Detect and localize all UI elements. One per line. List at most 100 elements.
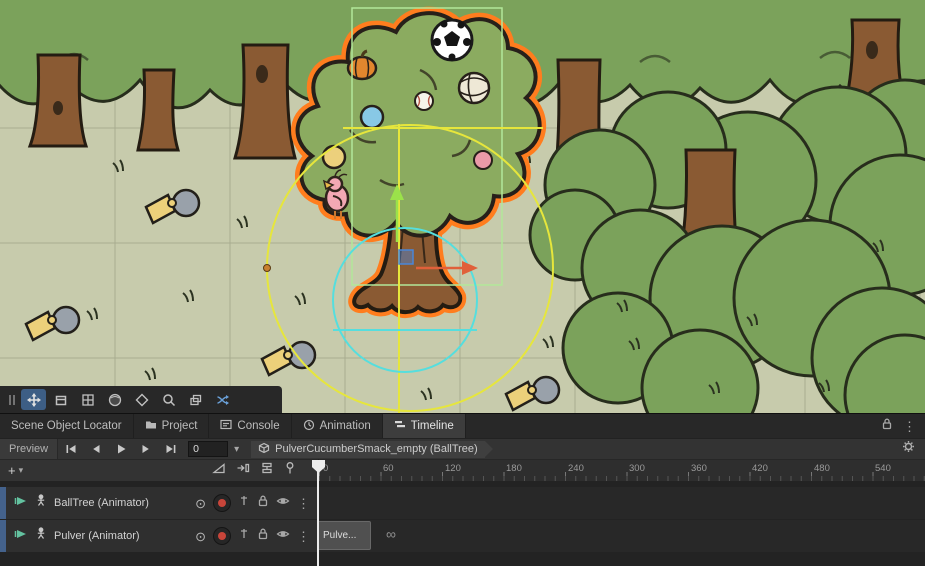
- target-icon[interactable]: ⊙: [195, 497, 206, 510]
- layers-tool-button[interactable]: [183, 389, 208, 410]
- eye-icon[interactable]: [276, 527, 290, 545]
- pin-icon[interactable]: [238, 494, 250, 512]
- bottom-panel-tabbar: Scene Object Locator Project Console Ani…: [0, 413, 925, 438]
- animation-clip[interactable]: Pulve...: [317, 521, 371, 550]
- track-content-pulver[interactable]: Pulve... ∞: [319, 520, 925, 552]
- add-track-button[interactable]: + ▾: [0, 463, 31, 478]
- tab-console[interactable]: Console: [209, 414, 291, 438]
- animation-track-icon: [14, 494, 28, 513]
- timeline-ruler[interactable]: 0 60 120 180 240 300 360 420 480 540: [318, 459, 925, 481]
- preview-label: Preview: [9, 443, 48, 455]
- timeline-icon: [394, 419, 406, 433]
- caret-down-icon: ▾: [19, 465, 24, 476]
- track-row: BallTree (Animator) ⊙ ⋮: [0, 487, 925, 519]
- tick-label: 120: [445, 463, 461, 474]
- tab-project[interactable]: Project: [134, 414, 210, 438]
- track-toolbar: + ▾: [0, 459, 318, 481]
- pivot-tool-button[interactable]: [129, 389, 154, 410]
- search-tool-button[interactable]: [156, 389, 181, 410]
- tick-label: 180: [506, 463, 522, 474]
- prefab-cube-icon: [258, 442, 270, 457]
- scene-view[interactable]: [0, 0, 925, 413]
- tab-scene-object-locator[interactable]: Scene Object Locator: [0, 414, 134, 438]
- kebab-menu-icon[interactable]: ⋮: [297, 497, 310, 510]
- move-plane-handle[interactable]: [399, 250, 413, 264]
- track-label: BallTree (Animator): [54, 497, 188, 509]
- prev-frame-button[interactable]: [83, 439, 108, 459]
- baseball[interactable]: [415, 92, 433, 110]
- replace-mode-icon[interactable]: [260, 461, 274, 480]
- console-icon: [220, 419, 232, 433]
- tab-label: Project: [162, 420, 198, 432]
- volleyball[interactable]: [459, 73, 489, 103]
- record-dot: [218, 532, 226, 540]
- plus-icon: +: [8, 463, 16, 478]
- kebab-menu-icon[interactable]: ⋮: [297, 530, 310, 543]
- lock-icon[interactable]: [881, 417, 893, 435]
- next-frame-button[interactable]: [133, 439, 158, 459]
- view-tool-button[interactable]: [21, 389, 46, 410]
- gear-icon[interactable]: [902, 440, 915, 458]
- tick-label: 480: [814, 463, 830, 474]
- go-to-start-button[interactable]: [58, 439, 83, 459]
- timeline-toolbar: Preview 0 ▾ PulverCucumberSmack_empty (B…: [0, 438, 925, 459]
- tick-label: 360: [691, 463, 707, 474]
- timeline-options-caret[interactable]: ▾: [228, 444, 245, 455]
- track-content-balltree[interactable]: [319, 487, 925, 519]
- track-label: Pulver (Animator): [54, 530, 188, 542]
- animator-icon: [35, 527, 47, 545]
- folder-icon: [145, 419, 157, 433]
- animator-icon: [35, 494, 47, 512]
- record-dot: [218, 499, 226, 507]
- frame-field[interactable]: 0: [188, 441, 228, 457]
- animation-track-icon: [14, 527, 28, 546]
- frame-value: 0: [193, 443, 199, 455]
- clip-label: Pulve...: [323, 530, 356, 541]
- grid-tool-button[interactable]: [75, 389, 100, 410]
- ruler-ticks: [319, 459, 925, 481]
- rotation-handle-dot[interactable]: [264, 265, 271, 272]
- record-button[interactable]: [213, 494, 231, 512]
- toolbar-grip-icon[interactable]: [5, 389, 19, 410]
- mix-mode-icon[interactable]: [212, 461, 226, 480]
- go-to-end-button[interactable]: [158, 439, 183, 459]
- scene-toolbar: [0, 386, 282, 413]
- move-tool-button[interactable]: [48, 389, 73, 410]
- ripple-mode-icon[interactable]: [236, 461, 250, 480]
- shuffle-tool-button[interactable]: [210, 389, 235, 410]
- marker-pin-icon[interactable]: [284, 461, 296, 480]
- preview-toggle[interactable]: Preview: [0, 439, 58, 459]
- pin-icon[interactable]: [238, 527, 250, 545]
- tab-timeline[interactable]: Timeline: [383, 414, 466, 438]
- tick-label: 60: [383, 463, 394, 474]
- yellow-ball[interactable]: [323, 146, 345, 168]
- playhead-line[interactable]: [317, 466, 319, 566]
- play-button[interactable]: [108, 439, 133, 459]
- tab-label: Scene Object Locator: [11, 420, 122, 432]
- breadcrumb[interactable]: PulverCucumberSmack_empty (BallTree): [251, 441, 485, 458]
- track-header-balltree[interactable]: BallTree (Animator) ⊙ ⋮: [0, 487, 318, 519]
- sphere-tool-button[interactable]: [102, 389, 127, 410]
- kebab-menu-icon[interactable]: ⋮: [903, 420, 916, 433]
- loop-infinity-symbol: ∞: [386, 527, 396, 541]
- animation-icon: [303, 419, 315, 434]
- record-button[interactable]: [213, 527, 231, 545]
- scene-canvas[interactable]: [0, 0, 925, 413]
- tab-animation[interactable]: Animation: [292, 414, 383, 438]
- soccer-ball[interactable]: [432, 20, 472, 61]
- tick-label: 240: [568, 463, 584, 474]
- tick-label: 540: [875, 463, 891, 474]
- tab-label: Animation: [320, 420, 371, 432]
- lock-icon[interactable]: [257, 494, 269, 512]
- lock-icon[interactable]: [257, 527, 269, 545]
- pink-ball[interactable]: [474, 151, 492, 169]
- blue-ball[interactable]: [361, 106, 383, 128]
- tab-label: Timeline: [411, 420, 454, 432]
- eye-icon[interactable]: [276, 494, 290, 512]
- tick-label: 420: [752, 463, 768, 474]
- tab-label: Console: [237, 420, 279, 432]
- track-row: Pulver (Animator) ⊙ ⋮ Pulve... ∞: [0, 520, 925, 552]
- target-icon[interactable]: ⊙: [195, 530, 206, 543]
- track-header-pulver[interactable]: Pulver (Animator) ⊙ ⋮: [0, 520, 318, 552]
- breadcrumb-label: PulverCucumberSmack_empty (BallTree): [275, 443, 478, 455]
